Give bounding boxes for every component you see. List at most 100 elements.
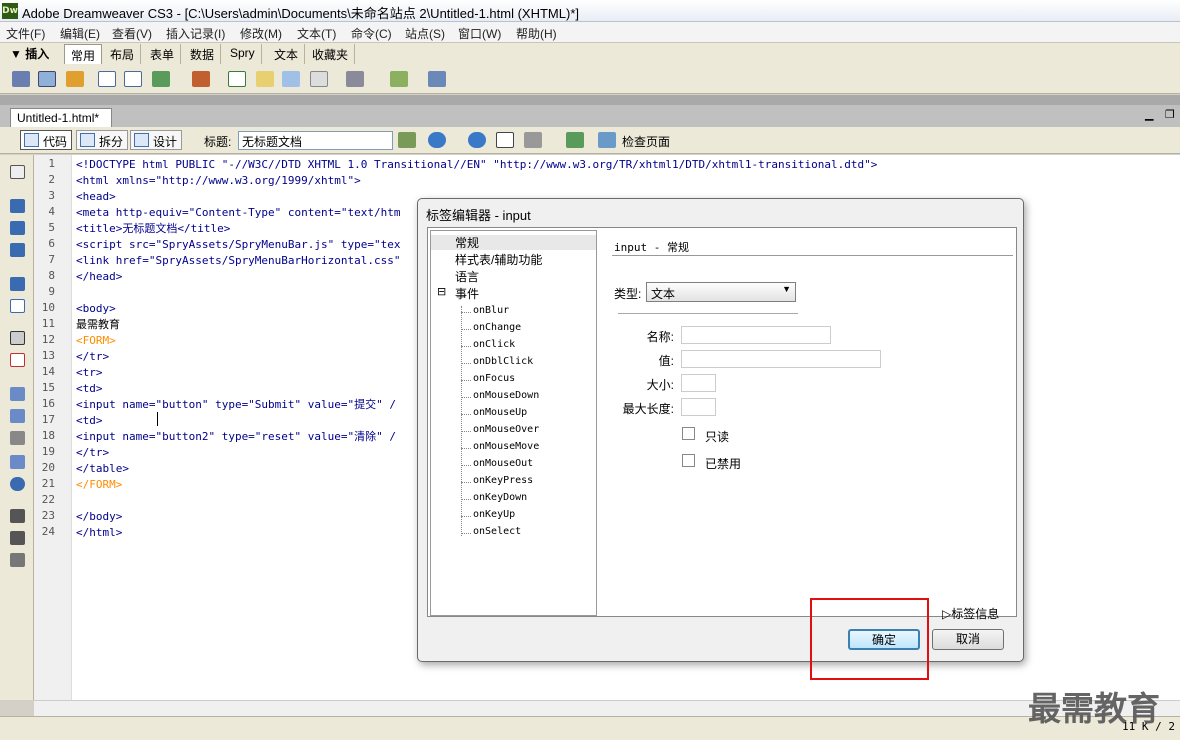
horizontal-scrollbar[interactable] [34, 700, 1180, 716]
email-link-icon[interactable] [38, 71, 56, 87]
tree-event-item[interactable]: onKeyDown [460, 492, 527, 503]
media-icon[interactable] [192, 71, 210, 87]
open-documents-icon[interactable] [10, 165, 25, 179]
tree-event-item[interactable]: onClick [460, 339, 515, 350]
view-options-icon[interactable] [496, 132, 514, 148]
tree-event-item[interactable]: onKeyUp [460, 509, 515, 520]
image-icon[interactable] [152, 71, 170, 87]
dialog-content: 常规 样式表/辅助功能 语言 ⊟ 事件 onBlur onChange onClic… [427, 227, 1017, 617]
tree-item-events[interactable]: 事件 [455, 285, 479, 302]
highlight-invalid-icon[interactable] [10, 353, 25, 367]
comment-icon[interactable] [282, 71, 300, 87]
cancel-button[interactable]: 取消 [932, 629, 1004, 650]
menu-view[interactable]: 查看(V) [112, 25, 152, 42]
tree-event-item[interactable]: onDblClick [460, 356, 533, 367]
name-field[interactable] [681, 326, 831, 344]
line-number: 13 [41, 349, 55, 362]
maxlength-field[interactable] [681, 398, 716, 416]
tree-event-item[interactable]: onSelect [460, 526, 521, 537]
date-icon[interactable] [228, 71, 246, 87]
tree-item-general[interactable]: 常规 [455, 234, 479, 251]
tab-spry[interactable]: Spry [224, 44, 262, 64]
tree-item-style-accessibility[interactable]: 样式表/辅助功能 [455, 251, 542, 268]
disabled-checkbox[interactable] [682, 454, 695, 467]
check-page-icon[interactable] [598, 132, 616, 148]
tree-event-item[interactable]: onChange [460, 322, 521, 333]
insert-bar-label[interactable]: ▼ 插入 [10, 45, 49, 62]
tag-info-toggle[interactable]: ▷标签信息 [942, 605, 999, 622]
document-tab[interactable]: Untitled-1.html* [10, 108, 112, 127]
table-icon[interactable] [98, 71, 116, 87]
named-anchor-icon[interactable] [66, 71, 84, 87]
tab-favorites[interactable]: 收藏夹 [306, 44, 356, 64]
menu-commands[interactable]: 命令(C) [351, 25, 392, 42]
tab-layout[interactable]: 布局 [104, 44, 142, 64]
menu-file[interactable]: 文件(F) [6, 25, 45, 42]
remove-comment-icon[interactable] [10, 409, 25, 423]
apply-comment-icon[interactable] [10, 387, 25, 401]
tree-event-item[interactable]: onMouseUp [460, 407, 527, 418]
code-view-button[interactable]: 代码 [20, 130, 73, 150]
line-number: 8 [48, 269, 55, 282]
select-parent-tag-icon[interactable] [10, 277, 25, 291]
menu-edit[interactable]: 编辑(E) [60, 25, 100, 42]
tree-event-item[interactable]: onMouseDown [460, 390, 539, 401]
document-title-input[interactable]: 无标题文档 [238, 131, 393, 150]
menu-modify[interactable]: 修改(M) [240, 25, 282, 42]
tab-data[interactable]: 数据 [184, 44, 222, 64]
expand-all-icon[interactable] [10, 243, 25, 257]
code-line: </tr> [76, 446, 110, 459]
server-include-icon[interactable] [256, 71, 274, 87]
tree-event-item[interactable]: onFocus [460, 373, 515, 384]
tree-event-item[interactable]: onBlur [460, 305, 509, 316]
hyperlink-icon[interactable] [12, 71, 30, 87]
code-line: <tr> [76, 366, 103, 379]
code-line: <td> [76, 414, 103, 427]
tag-chooser-icon[interactable] [428, 71, 446, 87]
indent-icon[interactable] [10, 509, 25, 523]
tab-text[interactable]: 文本 [268, 44, 306, 64]
tree-event-item[interactable]: onMouseOver [460, 424, 539, 435]
outdent-icon[interactable] [10, 531, 25, 545]
script-icon[interactable] [346, 71, 364, 87]
tree-event-item[interactable]: onMouseMove [460, 441, 539, 452]
menu-insert-record[interactable]: 插入记录(I) [166, 25, 225, 42]
collapse-full-tag-icon[interactable] [10, 199, 25, 213]
collapse-toggle-icon[interactable]: ⊟ [437, 285, 446, 298]
menu-help[interactable]: 帮助(H) [516, 25, 557, 42]
templates-icon[interactable] [390, 71, 408, 87]
check-page-button[interactable]: 检查页面 [622, 133, 670, 150]
value-field[interactable] [681, 350, 881, 368]
restore-icon[interactable]: ❐ [1165, 108, 1175, 121]
type-select[interactable]: 文本 ▼ [646, 282, 796, 302]
minimize-icon[interactable]: ▁ [1145, 108, 1153, 121]
tree-event-item[interactable]: onMouseOut [460, 458, 533, 469]
visual-aids-icon[interactable] [524, 132, 542, 148]
menu-window[interactable]: 窗口(W) [458, 25, 501, 42]
menu-text[interactable]: 文本(T) [297, 25, 336, 42]
file-management-icon[interactable] [398, 132, 416, 148]
tree-item-language[interactable]: 语言 [455, 268, 479, 285]
recent-snippets-icon[interactable] [10, 455, 25, 469]
design-view-button[interactable]: 设计 [130, 130, 183, 150]
split-view-button[interactable]: 拆分 [76, 130, 129, 150]
tab-forms[interactable]: 表单 [144, 44, 182, 64]
readonly-checkbox[interactable] [682, 427, 695, 440]
collapse-selection-icon[interactable] [10, 221, 25, 235]
format-source-icon[interactable] [10, 553, 25, 567]
size-field[interactable] [681, 374, 716, 392]
validate-markup-icon[interactable] [566, 132, 584, 148]
head-icon[interactable] [310, 71, 328, 87]
line-numbers-icon[interactable] [10, 331, 25, 345]
tab-common[interactable]: 常用 [64, 44, 103, 64]
line-number: 22 [41, 493, 55, 506]
tree-event-item[interactable]: onKeyPress [460, 475, 533, 486]
line-number: 4 [48, 205, 55, 218]
div-icon[interactable] [124, 71, 142, 87]
move-css-icon[interactable] [10, 477, 25, 491]
menu-site[interactable]: 站点(S) [405, 25, 445, 42]
wrap-tag-icon[interactable] [10, 431, 25, 445]
balance-braces-icon[interactable] [10, 299, 25, 313]
refresh-icon[interactable] [468, 132, 486, 148]
preview-browser-icon[interactable] [428, 132, 446, 148]
